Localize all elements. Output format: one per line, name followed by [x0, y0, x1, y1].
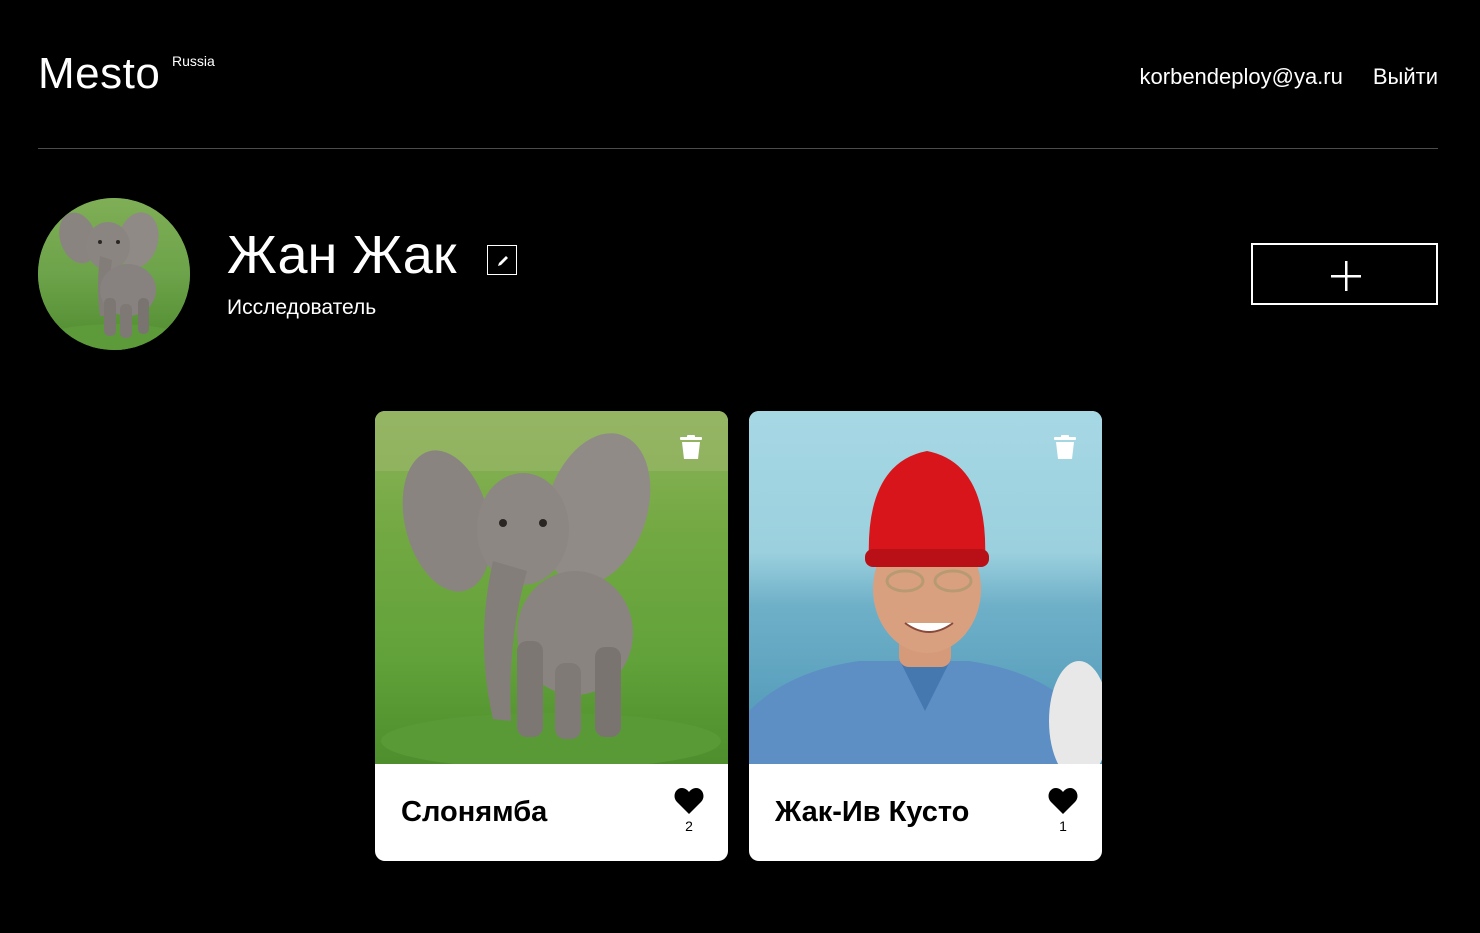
- avatar-elephant-image: [38, 198, 190, 350]
- user-email: korbendeploy@ya.ru: [1139, 64, 1343, 89]
- plus-icon: [1331, 261, 1361, 291]
- cards-grid: Слонямба 2 Жак-Ив Кусто 1: [375, 411, 1102, 861]
- profile-name: Жан Жак: [227, 225, 457, 285]
- profile-avatar[interactable]: [38, 198, 190, 350]
- heart-icon[interactable]: [1048, 787, 1078, 815]
- like-count: 1: [1059, 818, 1067, 834]
- elephant-calf-image: [375, 411, 728, 764]
- logout-link[interactable]: Выйти: [1373, 66, 1438, 88]
- edit-profile-button[interactable]: [487, 245, 517, 275]
- card-footer: Слонямба 2: [375, 764, 728, 861]
- card-image[interactable]: [375, 411, 728, 764]
- trash-icon[interactable]: [678, 435, 704, 461]
- card: Слонямба 2: [375, 411, 728, 861]
- card-image[interactable]: [749, 411, 1102, 764]
- card-title: Слонямба: [401, 796, 548, 828]
- like-count: 2: [685, 818, 693, 834]
- like-container: 2: [674, 787, 704, 833]
- man-red-hat-image: [749, 411, 1102, 764]
- card: Жак-Ив Кусто 1: [749, 411, 1102, 861]
- pencil-icon: [498, 256, 508, 266]
- card-title: Жак-Ив Кусто: [775, 796, 970, 828]
- profile-about: Исследователь: [227, 296, 377, 319]
- header-user-menu: korbendeploy@ya.ru Выйти: [1140, 66, 1438, 88]
- like-container: 1: [1048, 787, 1078, 833]
- card-footer: Жак-Ив Кусто 1: [749, 764, 1102, 861]
- logo: Mesto: [38, 49, 161, 98]
- add-card-button[interactable]: [1251, 243, 1438, 305]
- header: Mesto Russia korbendeploy@ya.ru Выйти: [38, 0, 1438, 149]
- profile: Жан Жак Исследователь: [38, 198, 1438, 350]
- logo-region: Russia: [172, 53, 215, 69]
- trash-icon[interactable]: [1052, 435, 1078, 461]
- heart-icon[interactable]: [674, 787, 704, 815]
